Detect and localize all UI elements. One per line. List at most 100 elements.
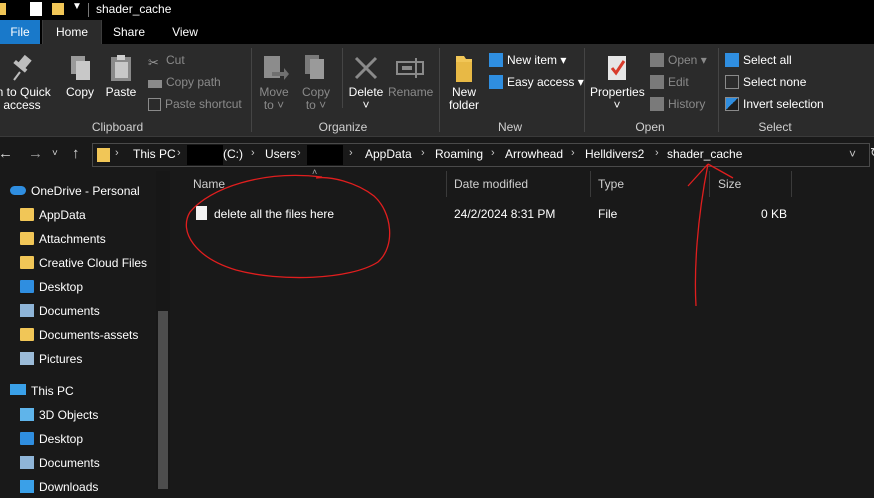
nav-item-desktop-pc[interactable]: Desktop [20,428,83,450]
ribbon-separator [439,48,440,132]
breadcrumb-roaming[interactable]: Roaming [435,147,483,161]
title-bar: ▼ shader_cache [0,0,874,20]
nav-label: Desktop [39,280,84,294]
redacted-block [307,145,343,165]
breadcrumb-arrowhead[interactable]: Arrowhead [505,147,563,161]
nav-item-documents-assets[interactable]: Documents-assets [20,324,138,346]
nav-label: Downloads [39,480,99,494]
copy-label: Copy [65,85,94,99]
forward-arrow-icon[interactable]: → [28,145,43,162]
tab-share[interactable]: Share [103,20,155,44]
address-dropdown-icon[interactable]: ˅ [849,147,856,161]
invert-selection-button[interactable]: Invert selection [725,95,824,113]
breadcrumb-helldivers2[interactable]: Helldivers2 [585,147,644,161]
column-header-name[interactable]: Name [193,177,225,191]
breadcrumb-chevron-icon[interactable]: › [571,147,575,159]
new-item-button[interactable]: New item ▾ [489,51,566,69]
nav-item-pictures[interactable]: Pictures [20,348,82,370]
properties-quick-icon[interactable] [30,2,42,16]
select-all-button[interactable]: Select all [725,51,792,69]
up-arrow-icon[interactable]: ↑ [72,145,80,162]
new-folder-quick-icon[interactable] [52,3,64,15]
nav-label: Documents [39,304,100,318]
new-folder-button[interactable]: New folder [444,48,484,112]
delete-dropdown-icon[interactable]: ˅ [346,99,386,112]
column-divider[interactable] [590,171,591,197]
tab-view[interactable]: View [160,20,210,44]
properties-button[interactable]: Properties ˅ [590,48,645,112]
nav-item-creative-cloud[interactable]: Creative Cloud Files [20,252,147,274]
nav-item-3d-objects[interactable]: 3D Objects [20,404,98,426]
nav-item-onedrive[interactable]: OneDrive - Personal [10,180,140,202]
nav-item-attachments[interactable]: Attachments [20,228,106,250]
scissors-icon: ✂ [148,55,159,70]
breadcrumb-this-pc[interactable]: This PC [133,147,176,161]
paste-shortcut-button[interactable]: Paste shortcut [148,95,242,113]
breadcrumb-shader-cache[interactable]: shader_cache [667,147,742,161]
cut-button[interactable]: ✂ Cut [148,51,185,70]
paste-icon [105,52,137,84]
pin-icon [6,52,38,84]
desktop-icon [20,280,34,293]
nav-label: Desktop [39,432,84,446]
copy-path-button[interactable]: Copy path [148,73,221,91]
tab-file[interactable]: File [0,20,40,44]
new-folder-icon [448,52,480,84]
nav-scrollbar-thumb[interactable] [158,311,168,489]
copy-button[interactable]: Copy [60,48,100,99]
breadcrumb-chevron-icon[interactable]: › [491,147,495,159]
rename-button[interactable]: Rename [388,48,434,99]
move-to-button[interactable]: Move to ˅ [256,48,292,112]
documents-icon [20,304,34,317]
breadcrumb-appdata[interactable]: AppData [365,147,412,161]
breadcrumb-chevron-icon[interactable]: › [115,147,119,159]
back-arrow-icon[interactable]: ← [0,145,13,162]
column-divider[interactable] [791,171,792,197]
nav-label: Pictures [39,352,83,366]
nav-item-documents[interactable]: Documents [20,300,100,322]
pin-to-quick-access-button[interactable]: in to Quick access [0,48,51,112]
nav-item-this-pc[interactable]: This PC [10,380,74,402]
open-label: Open [668,53,698,67]
nav-item-documents-pc[interactable]: Documents [20,452,100,474]
breadcrumb-chevron-icon[interactable]: › [251,147,255,159]
nav-label: Documents [39,456,100,470]
easy-access-button[interactable]: Easy access ▾ [489,73,584,91]
nav-item-appdata[interactable]: AppData [20,204,86,226]
file-name[interactable]: delete all the files here [214,207,334,221]
nav-item-downloads[interactable]: Downloads [20,476,98,498]
rename-label: Rename [388,85,434,99]
edit-button[interactable]: Edit [650,73,689,91]
file-size: 0 KB [761,207,788,221]
breadcrumb-chevron-icon[interactable]: › [349,147,353,159]
recent-locations-icon[interactable]: ˅ [52,148,58,159]
delete-button[interactable]: Delete ˅ [346,48,386,112]
cut-label: Cut [166,53,185,67]
copy-to-button[interactable]: Copy to ˅ [298,48,334,112]
properties-dropdown-icon[interactable]: ˅ [590,99,644,112]
breadcrumb-chevron-icon[interactable]: › [177,147,181,159]
breadcrumb-chevron-icon[interactable]: › [421,147,425,159]
history-button[interactable]: History [650,95,705,113]
paste-shortcut-icon [148,98,161,111]
refresh-icon[interactable]: ↻ [870,145,874,161]
column-divider[interactable] [446,171,447,197]
column-header-date-modified[interactable]: Date modified [454,177,528,191]
breadcrumb-chevron-icon[interactable]: › [655,147,659,159]
customize-quick-access-icon[interactable]: ▼ [72,1,82,15]
easy-access-dropdown-icon: ▾ [577,75,584,89]
breadcrumb-chevron-icon[interactable]: › [297,147,301,159]
tab-home[interactable]: Home [42,20,102,44]
select-none-button[interactable]: Select none [725,73,806,91]
paste-button[interactable]: Paste [101,48,141,99]
open-button[interactable]: Open ▾ [650,51,707,69]
column-header-size[interactable]: Size [718,177,741,191]
address-bar[interactable]: › This PC › (C:) › Users › › AppData › R… [92,143,870,167]
breadcrumb-c-drive[interactable]: (C:) [223,147,243,161]
new-item-label: New item [507,53,558,67]
column-header-type[interactable]: Type [598,177,624,191]
pin-label-line2: access [3,98,41,112]
column-divider[interactable] [709,171,710,197]
nav-item-desktop[interactable]: Desktop [20,276,83,298]
breadcrumb-users[interactable]: Users [265,147,296,161]
